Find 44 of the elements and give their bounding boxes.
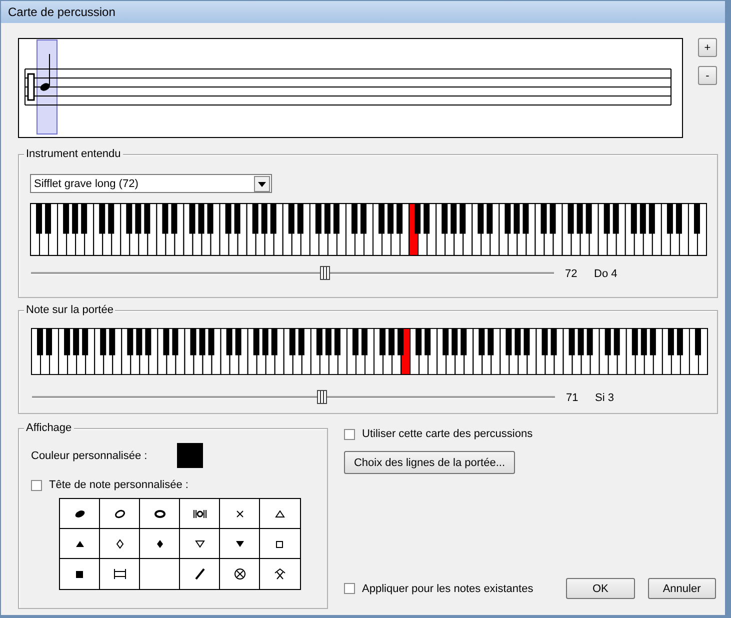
double-whole-note-icon [192,508,206,520]
group-label: Note sur la portée [24,303,116,317]
filled-oval-icon [72,508,86,520]
cancel-button[interactable]: Annuler [648,578,716,599]
zoom-button[interactable]: - [698,66,717,85]
group-label: Affichage [24,421,74,435]
pitch-slider[interactable] [32,389,555,406]
color-label: Couleur personnalisée : [31,450,148,462]
notehead-cell[interactable] [140,499,180,529]
bracket-icon [112,568,126,580]
piano-keyboard-drawing[interactable] [30,203,707,256]
slash-icon [192,568,206,580]
staff-lines-button[interactable]: Choix des lignes de la portée... [344,451,515,474]
pitch-value: 71 [566,392,580,404]
pitch-slider[interactable] [31,265,554,282]
slider-thumb[interactable] [317,390,328,404]
hat-icon [273,568,287,580]
circle-cross-icon [232,568,246,580]
ok-button[interactable]: OK [566,578,635,599]
notehead-cell[interactable] [100,529,140,559]
slider-thumb[interactable] [320,266,330,280]
notehead-cell[interactable] [180,529,220,559]
pitch-value: 72 [565,268,578,280]
triangle-outline-icon [273,508,287,520]
notehead-cell[interactable] [220,529,260,559]
whole-note-icon [152,508,166,520]
note-name: Si 3 [595,392,614,404]
apply-existing-checkbox[interactable]: Appliquer pour les notes existantes [344,582,534,594]
notehead-cell[interactable] [180,499,220,529]
window-title: Carte de percussion [1,1,725,23]
piano-keyboard-drawing[interactable] [31,328,708,375]
instrument-dropdown[interactable]: Sifflet grave long (72) [30,174,272,193]
notehead-cell[interactable] [60,529,100,559]
notehead-cell[interactable] [60,499,100,529]
notehead-cell[interactable] [220,499,260,529]
use-map-checkbox[interactable]: Utiliser cette carte des percussions [344,428,716,440]
color-swatch[interactable] [177,443,204,468]
note-name: Do 4 [594,268,618,280]
zoom-button[interactable]: + [698,38,717,57]
notehead-cell[interactable] [100,499,140,529]
custom-notehead-checkbox[interactable]: Tête de note personnalisée : [31,479,327,491]
open-oval-icon [112,508,126,520]
down-triangle-outline-icon [192,538,206,550]
notehead-cell[interactable] [140,529,180,559]
